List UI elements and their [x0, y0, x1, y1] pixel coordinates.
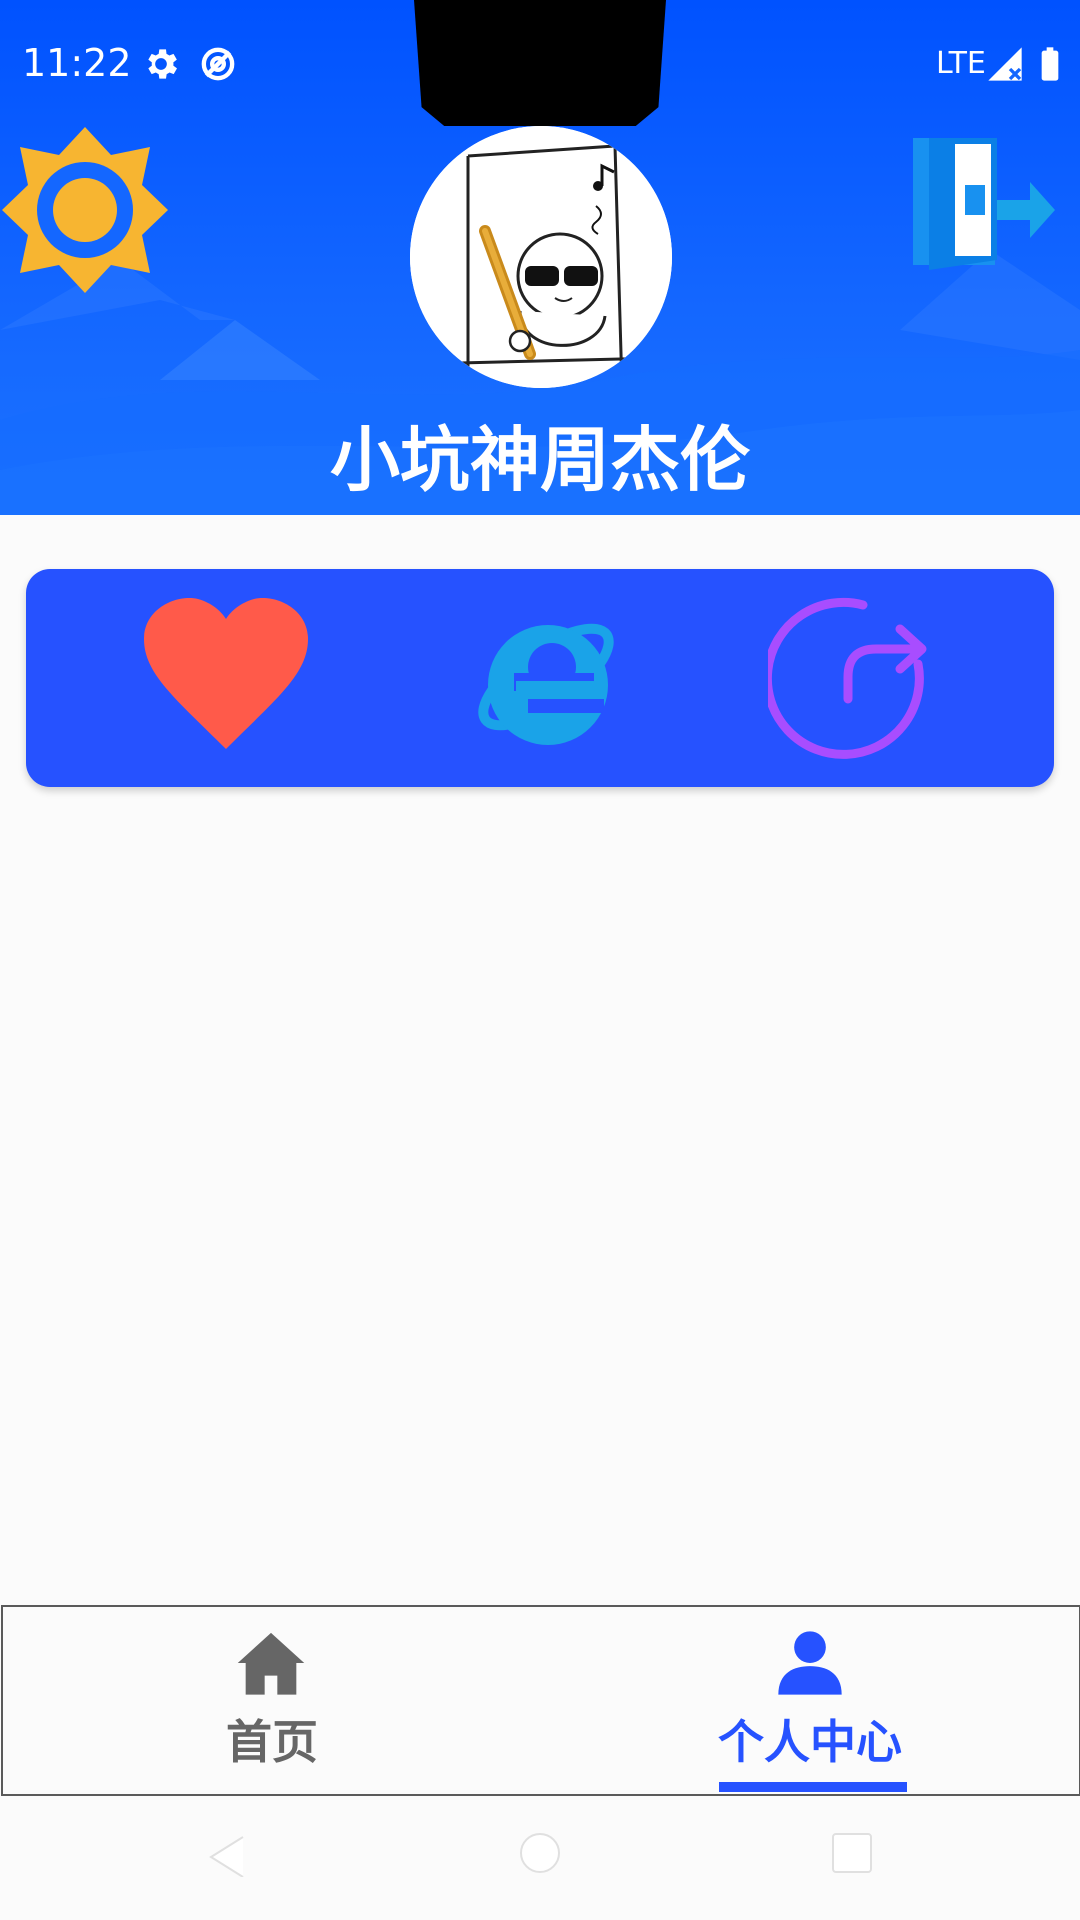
bottom-nav: 首页 个人中心 [1, 1605, 1080, 1796]
avatar[interactable] [410, 126, 672, 388]
recents-icon[interactable] [830, 1831, 874, 1875]
system-navigation-bar [0, 1795, 1080, 1920]
username: 小坑神周杰伦 [330, 419, 750, 501]
tab-home-label: 首页 [226, 1715, 318, 1769]
person-icon [778, 1631, 842, 1695]
cartoon-avatar [410, 126, 672, 388]
heart-icon[interactable] [136, 589, 316, 769]
active-tab-indicator [719, 1782, 907, 1792]
profile-header: 11:22 LTE 小坑神周杰伦 [0, 0, 1080, 515]
home-icon [237, 1632, 305, 1695]
status-time: 11:22 [22, 41, 132, 85]
refresh-icon[interactable] [768, 589, 948, 769]
tab-profile-label: 个人中心 [718, 1715, 902, 1769]
internet-explorer-icon[interactable] [454, 589, 634, 769]
sun-icon[interactable] [0, 125, 170, 295]
tab-home[interactable]: 首页 [3, 1607, 541, 1794]
network-type: LTE [936, 46, 986, 81]
signal-icon [988, 47, 1022, 81]
exit-door-icon[interactable] [905, 130, 1055, 280]
battery-icon [1041, 47, 1059, 81]
settings-icon [148, 49, 177, 79]
sync-off-icon [201, 47, 235, 81]
tab-profile[interactable]: 个人中心 [541, 1607, 1079, 1794]
back-icon[interactable] [205, 1833, 245, 1877]
camera-notch [414, 0, 666, 126]
home-button-icon[interactable] [518, 1831, 562, 1875]
action-card [26, 569, 1054, 787]
